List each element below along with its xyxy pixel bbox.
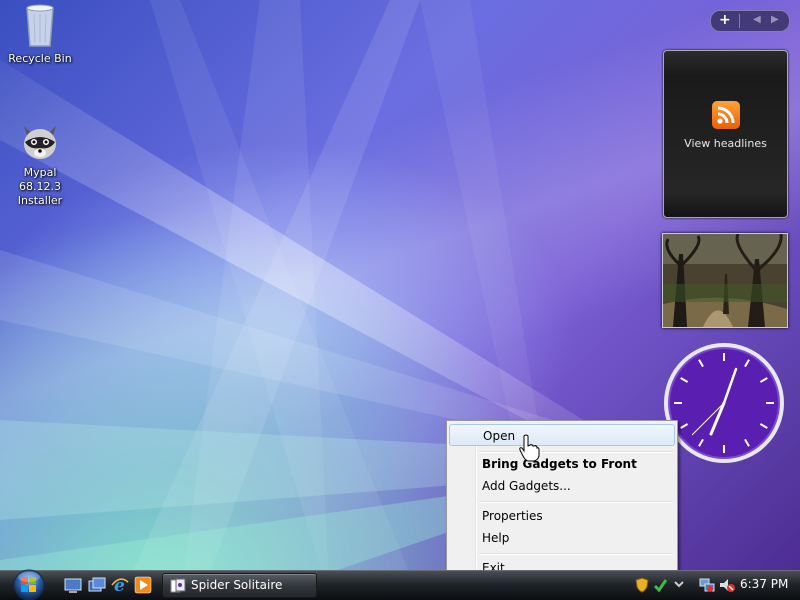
menu-gutter <box>475 423 477 579</box>
spider-solitaire-icon <box>170 578 186 593</box>
gadget-context-menu: Open Bring Gadgets to Front Add Gadgets.… <box>446 420 678 584</box>
taskbar-clock[interactable]: 6:37 PM <box>740 577 788 591</box>
menu-item-open[interactable]: Open <box>449 424 675 446</box>
feed-gadget-label[interactable]: View headlines <box>664 137 787 150</box>
show-desktop-icon[interactable] <box>64 576 82 594</box>
taskbar-button-spider-solitaire[interactable]: Spider Solitaire <box>162 573 317 598</box>
chevron-icon[interactable] <box>673 577 685 593</box>
clock-gadget[interactable] <box>662 341 786 465</box>
chevron-right-icon[interactable]: ▶ <box>771 14 779 25</box>
chevron-left-icon[interactable]: ◀ <box>753 14 761 25</box>
desktop[interactable]: Recycle Bin Mypal 68.12.3 Installer + ◀ … <box>0 0 800 600</box>
media-player-icon[interactable] <box>134 576 152 594</box>
forest-photo <box>663 234 787 327</box>
rss-icon <box>712 101 740 129</box>
slideshow-gadget[interactable] <box>662 233 788 328</box>
volume-muted-icon[interactable] <box>719 577 735 593</box>
divider <box>739 14 740 28</box>
recycle-bin-icon <box>22 2 58 50</box>
sidebar-controls: + ◀ ▶ <box>710 10 790 32</box>
hand-cursor-icon <box>519 434 540 462</box>
menu-separator <box>479 501 673 503</box>
feed-headlines-gadget[interactable]: View headlines <box>663 50 788 218</box>
task-label: Spider Solitaire <box>191 578 283 592</box>
network-icon[interactable] <box>699 577 715 593</box>
menu-item-add-gadgets[interactable]: Add Gadgets... <box>449 475 675 497</box>
add-gadget-button[interactable]: + <box>719 12 731 28</box>
desktop-icon-recycle-bin[interactable]: Recycle Bin <box>1 2 79 66</box>
menu-item-properties[interactable]: Properties <box>449 505 675 527</box>
menu-item-help[interactable]: Help <box>449 527 675 549</box>
windows-orb-icon[interactable] <box>8 566 50 600</box>
desktop-icon-label: Recycle Bin <box>8 52 72 65</box>
desktop-icon-label: Mypal 68.12.3 <box>19 166 61 193</box>
desktop-icon-label: Installer <box>17 194 63 207</box>
desktop-icon-mypal-installer[interactable]: Mypal 68.12.3 Installer <box>1 120 79 208</box>
menu-separator <box>479 553 673 555</box>
raccoon-installer-icon <box>20 120 60 164</box>
security-check-icon[interactable] <box>653 577 667 593</box>
internet-explorer-icon[interactable]: e <box>111 576 129 594</box>
switch-windows-icon[interactable] <box>88 576 106 594</box>
shield-icon[interactable] <box>635 577 649 593</box>
menu-item-bring-gadgets-to-front[interactable]: Bring Gadgets to Front <box>449 453 675 475</box>
clock-icon <box>664 343 784 463</box>
